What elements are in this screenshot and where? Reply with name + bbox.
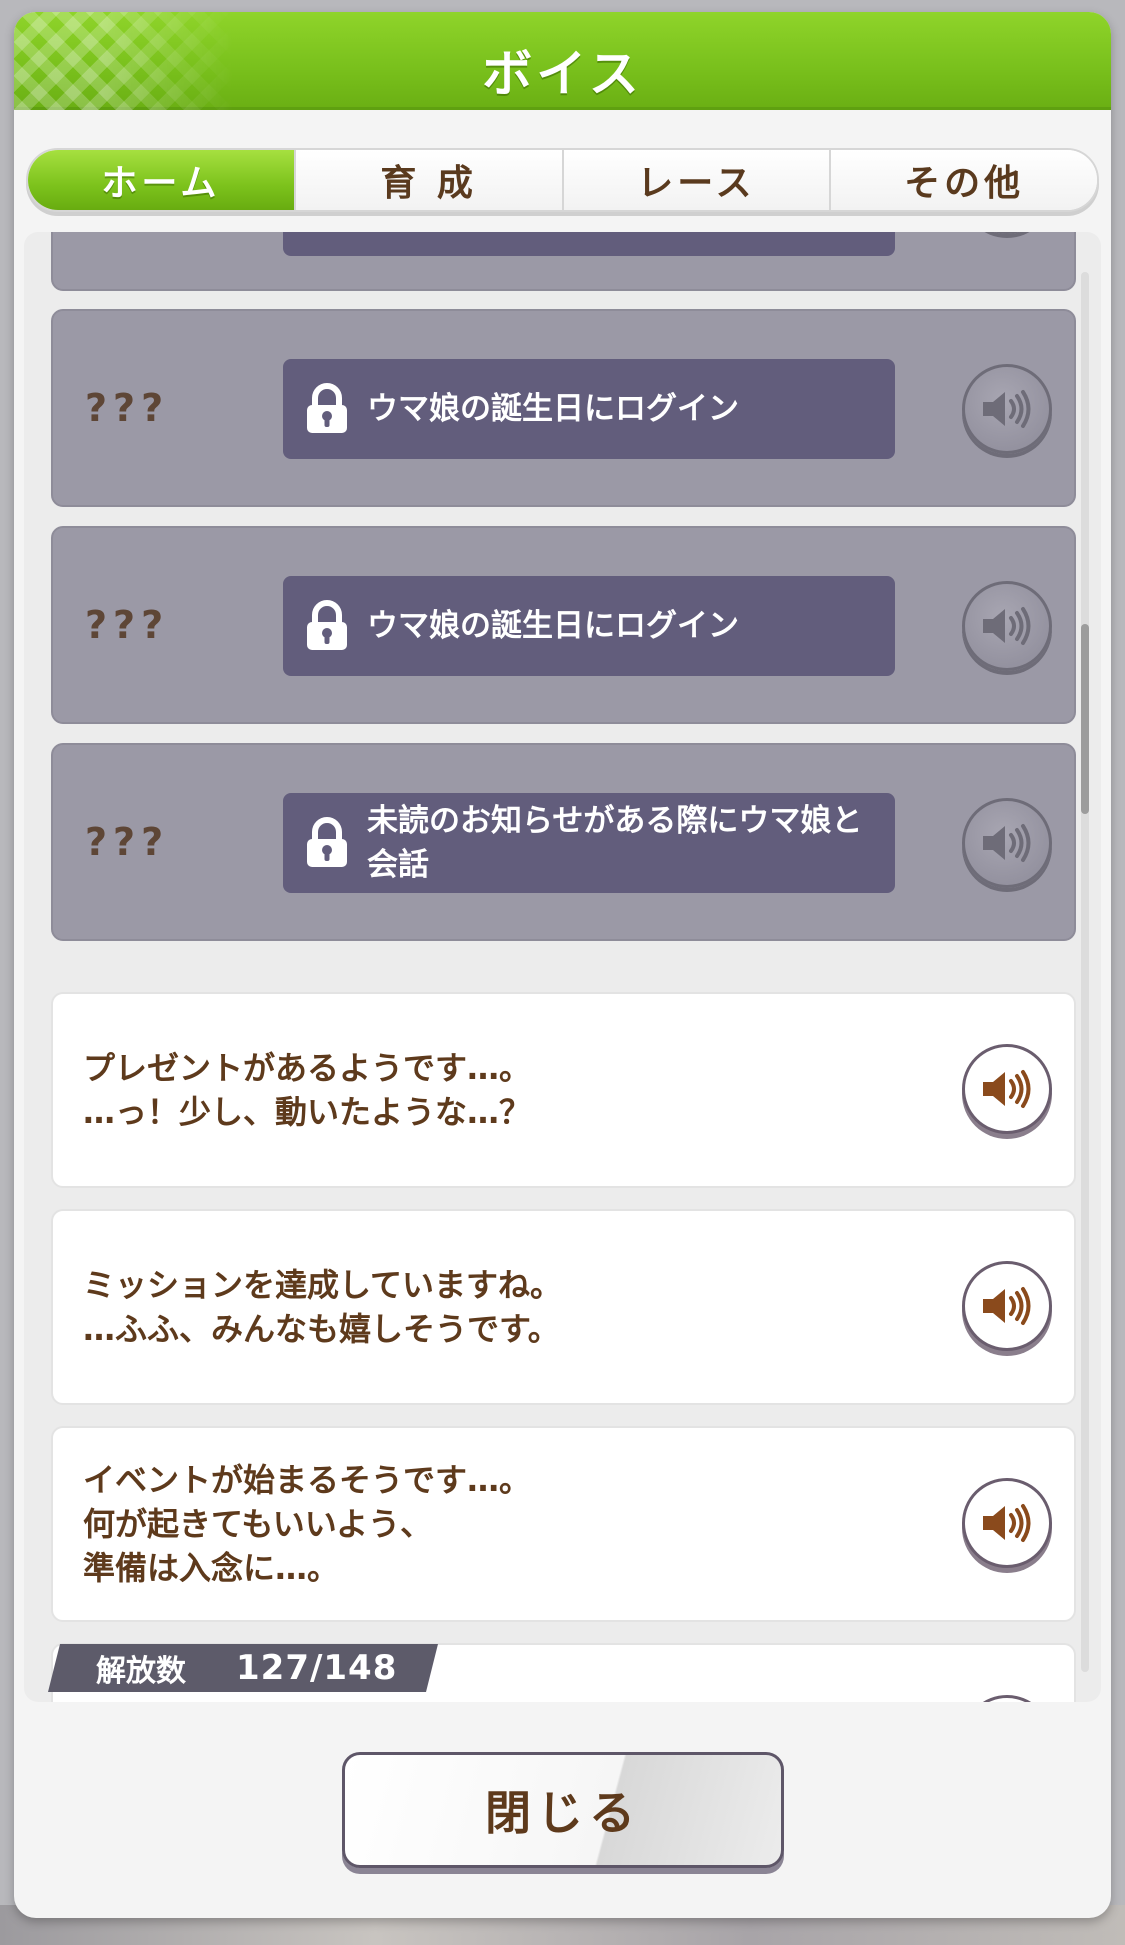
play-voice-button[interactable] <box>962 1044 1052 1134</box>
voice-line-text: ミッションを達成していますね。 …ふふ、みんなも嬉しそうです。 <box>83 1211 934 1403</box>
dialog-header: ボイス <box>14 12 1111 110</box>
voice-card-locked-partial <box>51 232 1076 291</box>
unlock-condition: ウマ娘の誕生日にログイン <box>283 576 895 676</box>
speaker-button-disabled <box>962 364 1052 454</box>
tab-training[interactable]: 育 成 <box>293 150 562 210</box>
voice-card-locked: ??? ウマ娘の誕生日にログイン <box>51 526 1076 724</box>
condition-box <box>283 232 895 256</box>
scrollbar-track[interactable] <box>1081 272 1089 1672</box>
voice-line: ミッションを達成していますね。 <box>83 1266 563 1304</box>
voice-card: プレゼントがあるようです…。 …っ！少し、動いたような…？ <box>51 992 1076 1188</box>
unlock-condition-text: ウマ娘の誕生日にログイン <box>367 391 739 427</box>
tab-other[interactable]: その他 <box>829 150 1097 210</box>
play-voice-button[interactable] <box>962 1261 1052 1351</box>
close-button[interactable]: 閉じる <box>342 1752 784 1868</box>
tab-home[interactable]: ホーム <box>28 150 294 210</box>
voice-card: ミッションを達成していますね。 …ふふ、みんなも嬉しそうです。 <box>51 1209 1076 1405</box>
voice-name-hidden: ??? <box>85 603 170 647</box>
voice-line-text: イベントが始まるそうです…。 何が起きてもいいよう、 準備は入念に…。 <box>83 1428 934 1620</box>
voice-name-hidden: ??? <box>85 386 170 430</box>
voice-name-hidden: ??? <box>85 820 170 864</box>
lock-icon <box>307 383 347 433</box>
speaker-button-disabled <box>962 798 1052 888</box>
scrollbar-thumb[interactable] <box>1081 624 1089 814</box>
voice-line: 準備は入念に…。 <box>83 1549 340 1587</box>
voice-line: …ふふ、みんなも嬉しそうです。 <box>83 1310 560 1348</box>
speaker-button-disabled <box>962 581 1052 671</box>
speaker-icon <box>983 824 1031 862</box>
unlock-count-badge: 解放数 127/148 <box>48 1644 438 1692</box>
voice-dialog: ボイス ホーム 育 成 レース その他 ??? ウマ娘の誕生日にログイン ???… <box>14 12 1111 1918</box>
voice-line-text: プレゼントがあるようです…。 …っ！少し、動いたような…？ <box>83 994 934 1186</box>
unlock-count-label: 解放数 <box>96 1654 186 1689</box>
voice-card-locked: ??? ウマ娘の誕生日にログイン <box>51 309 1076 507</box>
unlock-count-value: 127/148 <box>236 1648 398 1688</box>
tab-bar: ホーム 育 成 レース その他 <box>26 148 1099 212</box>
voice-line: …っ！少し、動いたような…？ <box>83 1093 532 1131</box>
voice-line: 何が起きてもいいよう、 <box>83 1505 433 1543</box>
voice-line: プレゼントがあるようです…。 <box>83 1049 532 1087</box>
unlock-condition-text: ウマ娘の誕生日にログイン <box>367 608 739 644</box>
speaker-icon <box>983 1504 1031 1542</box>
unlock-condition: 未読のお知らせがある際にウマ娘と会話 <box>283 793 895 893</box>
unlock-condition-text: 未読のお知らせがある際にウマ娘と会話 <box>367 803 863 883</box>
tab-race[interactable]: レース <box>561 150 830 210</box>
voice-card: イベントが始まるそうです…。 何が起きてもいいよう、 準備は入念に…。 <box>51 1426 1076 1622</box>
speaker-icon <box>983 390 1031 428</box>
speaker-button-disabled <box>962 232 1052 234</box>
lock-icon <box>307 817 347 867</box>
speaker-icon <box>983 1287 1031 1325</box>
speaker-icon <box>983 1070 1031 1108</box>
speaker-icon <box>983 607 1031 645</box>
voice-line: イベントが始まるそうです…。 <box>83 1461 532 1499</box>
play-voice-button[interactable] <box>962 1695 1052 1702</box>
lock-icon <box>307 600 347 650</box>
play-voice-button[interactable] <box>962 1478 1052 1568</box>
dialog-title: ボイス <box>482 45 643 103</box>
voice-list[interactable]: ??? ウマ娘の誕生日にログイン ??? ウマ娘の誕生日にログイン ??? 未読… <box>24 232 1101 1702</box>
voice-card-locked: ??? 未読のお知らせがある際にウマ娘と会話 <box>51 743 1076 941</box>
unlock-condition: ウマ娘の誕生日にログイン <box>283 359 895 459</box>
